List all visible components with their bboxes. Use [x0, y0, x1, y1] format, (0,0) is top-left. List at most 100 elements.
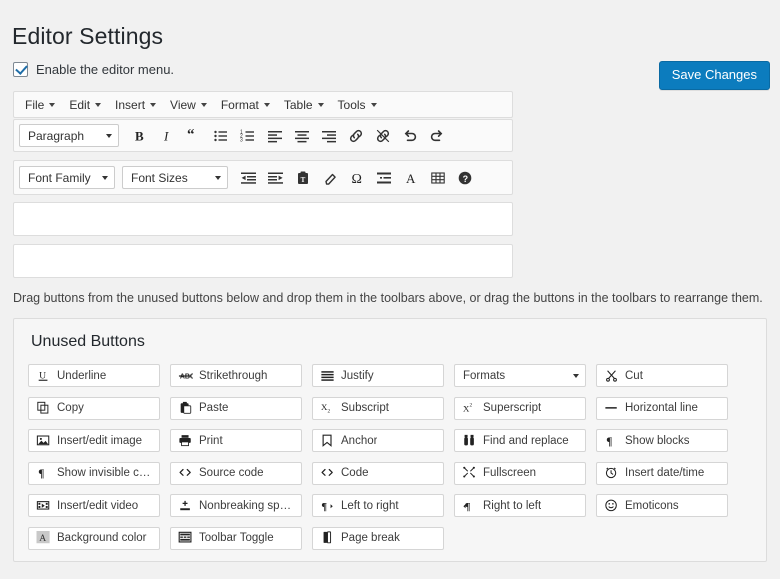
unused-button-toolbar-toggle[interactable]: Toolbar Toggle — [170, 527, 302, 550]
unused-button-show-invisible-chara[interactable]: ¶Show invisible chara... — [28, 462, 160, 485]
table-icon[interactable] — [424, 165, 451, 191]
unused-button-label: Toolbar Toggle — [199, 532, 274, 544]
editor-toolbar-3-empty[interactable] — [13, 202, 513, 236]
special-character-icon[interactable]: Ω — [343, 165, 370, 191]
align-left-icon[interactable] — [261, 123, 288, 149]
menubar-item-label: Tools — [338, 98, 366, 112]
unused-button-label: Source code — [199, 467, 264, 479]
align-right-icon[interactable] — [315, 123, 342, 149]
copy-icon — [35, 401, 51, 416]
italic-icon[interactable]: I — [153, 123, 180, 149]
unused-button-anchor[interactable]: Anchor — [312, 429, 444, 452]
svg-text:B: B — [135, 128, 144, 143]
blockquote-icon[interactable]: “ — [180, 123, 207, 149]
clear-formatting-icon[interactable] — [316, 165, 343, 191]
unused-button-label: Fullscreen — [483, 467, 536, 479]
unused-button-insert-date-time[interactable]: Insert date/time — [596, 462, 728, 485]
unused-button-source-code[interactable]: Source code — [170, 462, 302, 485]
paste-as-text-icon[interactable]: T — [289, 165, 316, 191]
unused-button-left-to-right[interactable]: ¶Left to right — [312, 494, 444, 517]
unused-button-code[interactable]: Code — [312, 462, 444, 485]
unused-button-emoticons[interactable]: Emoticons — [596, 494, 728, 517]
unused-button-justify[interactable]: Justify — [312, 364, 444, 387]
editor-toolbar-4-empty[interactable] — [13, 244, 513, 278]
undo-icon[interactable] — [396, 123, 423, 149]
unused-button-label: Nonbreaking space — [199, 500, 295, 512]
line-height-icon[interactable] — [370, 165, 397, 191]
menubar-item-insert[interactable]: Insert — [108, 95, 163, 115]
font-sizes-value: Font Sizes — [131, 171, 188, 185]
increase-indent-icon[interactable] — [262, 165, 289, 191]
menubar-item-edit[interactable]: Edit — [62, 95, 108, 115]
unused-button-paste[interactable]: Paste — [170, 397, 302, 420]
unused-button-label: Anchor — [341, 435, 377, 447]
unused-button-label: Paste — [199, 402, 228, 414]
menubar-item-table[interactable]: Table — [277, 95, 331, 115]
svg-text:3: 3 — [240, 137, 243, 143]
unlink-icon[interactable] — [369, 123, 396, 149]
unused-button-copy[interactable]: Copy — [28, 397, 160, 420]
help-icon[interactable]: ? — [451, 165, 478, 191]
unused-button-label: Find and replace — [483, 435, 569, 447]
unused-button-insert-edit-image[interactable]: Insert/edit image — [28, 429, 160, 452]
unused-button-formats[interactable]: Formats — [454, 364, 586, 387]
chevron-down-icon — [215, 176, 221, 180]
enable-editor-menu-checkbox[interactable] — [13, 62, 28, 77]
editor-menubar[interactable]: FileEditInsert View Format Table Tools — [13, 91, 513, 118]
bold-icon[interactable]: B — [126, 123, 153, 149]
unused-button-horizontal-line[interactable]: Horizontal line — [596, 397, 728, 420]
unused-button-show-blocks[interactable]: ¶Show blocks — [596, 429, 728, 452]
menubar-item-label: View — [170, 98, 196, 112]
fullscreen-icon — [461, 466, 477, 481]
toolbar-toggle-icon — [177, 531, 193, 546]
editor-toolbar-2[interactable]: Font Family Font Sizes — [13, 160, 513, 195]
unused-button-label: Page break — [341, 532, 400, 544]
unused-button-fullscreen[interactable]: Fullscreen — [454, 462, 586, 485]
nonbreaking-space-icon — [177, 498, 193, 513]
enable-editor-menu-row[interactable]: Enable the editor menu. — [13, 62, 174, 77]
bullet-list-icon[interactable] — [207, 123, 234, 149]
menubar-item-format[interactable]: Format — [214, 95, 277, 115]
font-sizes-select[interactable]: Font Sizes — [122, 166, 228, 189]
menubar-item-file[interactable]: File — [18, 95, 62, 115]
editor-toolbar-1[interactable]: Paragraph B I “ 1 2 3 — [13, 119, 513, 152]
unused-button-label: Insert/edit image — [57, 435, 142, 447]
redo-icon[interactable] — [423, 123, 450, 149]
svg-text:¶: ¶ — [464, 501, 470, 512]
font-family-value: Font Family — [28, 171, 91, 185]
unused-button-superscript[interactable]: X2Superscript — [454, 397, 586, 420]
unused-button-find-and-replace[interactable]: Find and replace — [454, 429, 586, 452]
align-center-icon[interactable] — [288, 123, 315, 149]
unused-button-strikethrough[interactable]: ABCStrikethrough — [170, 364, 302, 387]
unused-button-page-break[interactable]: Page break — [312, 527, 444, 550]
menubar-item-view[interactable]: View — [163, 95, 214, 115]
video-icon — [35, 498, 51, 513]
font-family-select[interactable]: Font Family — [19, 166, 115, 189]
text-color-icon[interactable]: A — [397, 165, 424, 191]
paste-icon — [177, 401, 193, 416]
unused-button-background-color[interactable]: A Background color — [28, 527, 160, 550]
unused-button-nonbreaking-space[interactable]: Nonbreaking space — [170, 494, 302, 517]
menubar-item-tools[interactable]: Tools — [331, 95, 384, 115]
unused-button-print[interactable]: Print — [170, 429, 302, 452]
decrease-indent-icon[interactable] — [235, 165, 262, 191]
unused-button-label: Background color — [57, 532, 147, 544]
unused-button-label: Copy — [57, 402, 84, 414]
page-title: Editor Settings — [12, 23, 163, 50]
background-color-icon: A — [35, 531, 51, 546]
unused-button-right-to-left[interactable]: ¶Right to left — [454, 494, 586, 517]
unused-button-insert-edit-video[interactable]: Insert/edit video — [28, 494, 160, 517]
numbered-list-icon[interactable]: 1 2 3 — [234, 123, 261, 149]
unused-button-underline[interactable]: UUnderline — [28, 364, 160, 387]
menubar-item-label: Table — [284, 98, 313, 112]
strikethrough-icon: ABC — [177, 368, 193, 383]
paragraph-format-select[interactable]: Paragraph — [19, 124, 119, 147]
chevron-down-icon — [201, 103, 207, 107]
link-icon[interactable] — [342, 123, 369, 149]
save-changes-button[interactable]: Save Changes — [659, 61, 770, 90]
unused-button-subscript[interactable]: X2Subscript — [312, 397, 444, 420]
chevron-down-icon — [102, 176, 108, 180]
svg-text:2: 2 — [327, 408, 330, 414]
unused-button-cut[interactable]: Cut — [596, 364, 728, 387]
source-code-icon — [177, 466, 193, 481]
